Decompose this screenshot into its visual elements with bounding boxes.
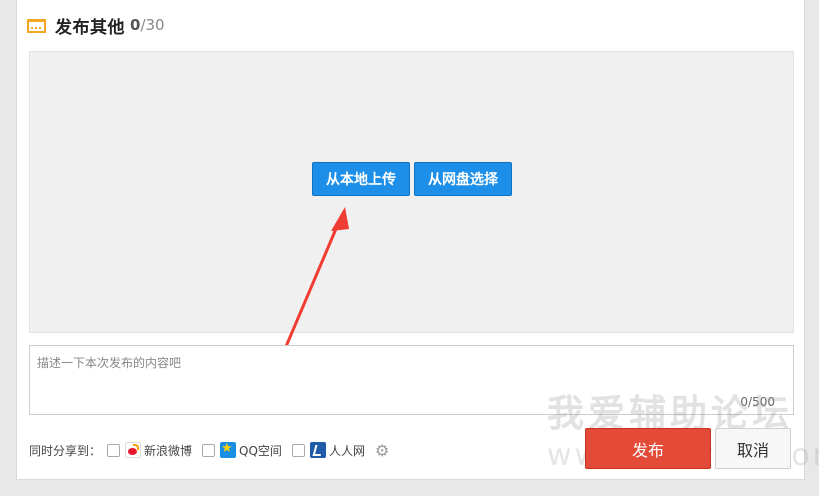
ellipsis-box-icon bbox=[27, 19, 46, 33]
page-title: 发布其他 bbox=[55, 17, 125, 38]
cancel-button[interactable]: 取消 bbox=[715, 428, 791, 469]
description-textarea[interactable]: 描述一下本次发布的内容吧 0/500 bbox=[29, 345, 794, 415]
upload-dropzone[interactable]: 从本地上传 从网盘选择 bbox=[29, 51, 794, 333]
panel-header: 发布其他 0/30 bbox=[27, 12, 165, 38]
publish-button[interactable]: 发布 bbox=[585, 428, 711, 469]
share-renren-label[interactable]: 人人网 bbox=[329, 442, 365, 459]
gear-icon[interactable]: ⚙ bbox=[375, 441, 389, 460]
description-placeholder: 描述一下本次发布的内容吧 bbox=[37, 356, 182, 370]
publish-panel: 发布其他 0/30 从本地上传 从网盘选择 描述一下本次发布的内容吧 0/500… bbox=[16, 0, 819, 480]
item-count-current: 0 bbox=[130, 16, 141, 34]
weibo-icon bbox=[125, 442, 142, 458]
share-qzone-checkbox[interactable] bbox=[202, 443, 216, 457]
share-options: 同时分享到： 新浪微博 QQ空间 人人网 ⚙ bbox=[29, 440, 389, 460]
share-renren-checkbox[interactable] bbox=[291, 443, 305, 457]
qzone-icon bbox=[220, 441, 237, 458]
select-from-cloud-button[interactable]: 从网盘选择 bbox=[414, 162, 512, 196]
upload-local-button[interactable]: 从本地上传 bbox=[312, 162, 410, 196]
share-weibo-label[interactable]: 新浪微博 bbox=[144, 442, 192, 459]
description-char-counter: 0/500 bbox=[740, 395, 775, 409]
share-qzone-label[interactable]: QQ空间 bbox=[239, 442, 282, 459]
renren-icon bbox=[309, 442, 326, 458]
item-count-limit: /30 bbox=[140, 16, 165, 34]
share-weibo-checkbox[interactable] bbox=[107, 443, 121, 457]
share-label: 同时分享到： bbox=[29, 443, 102, 458]
